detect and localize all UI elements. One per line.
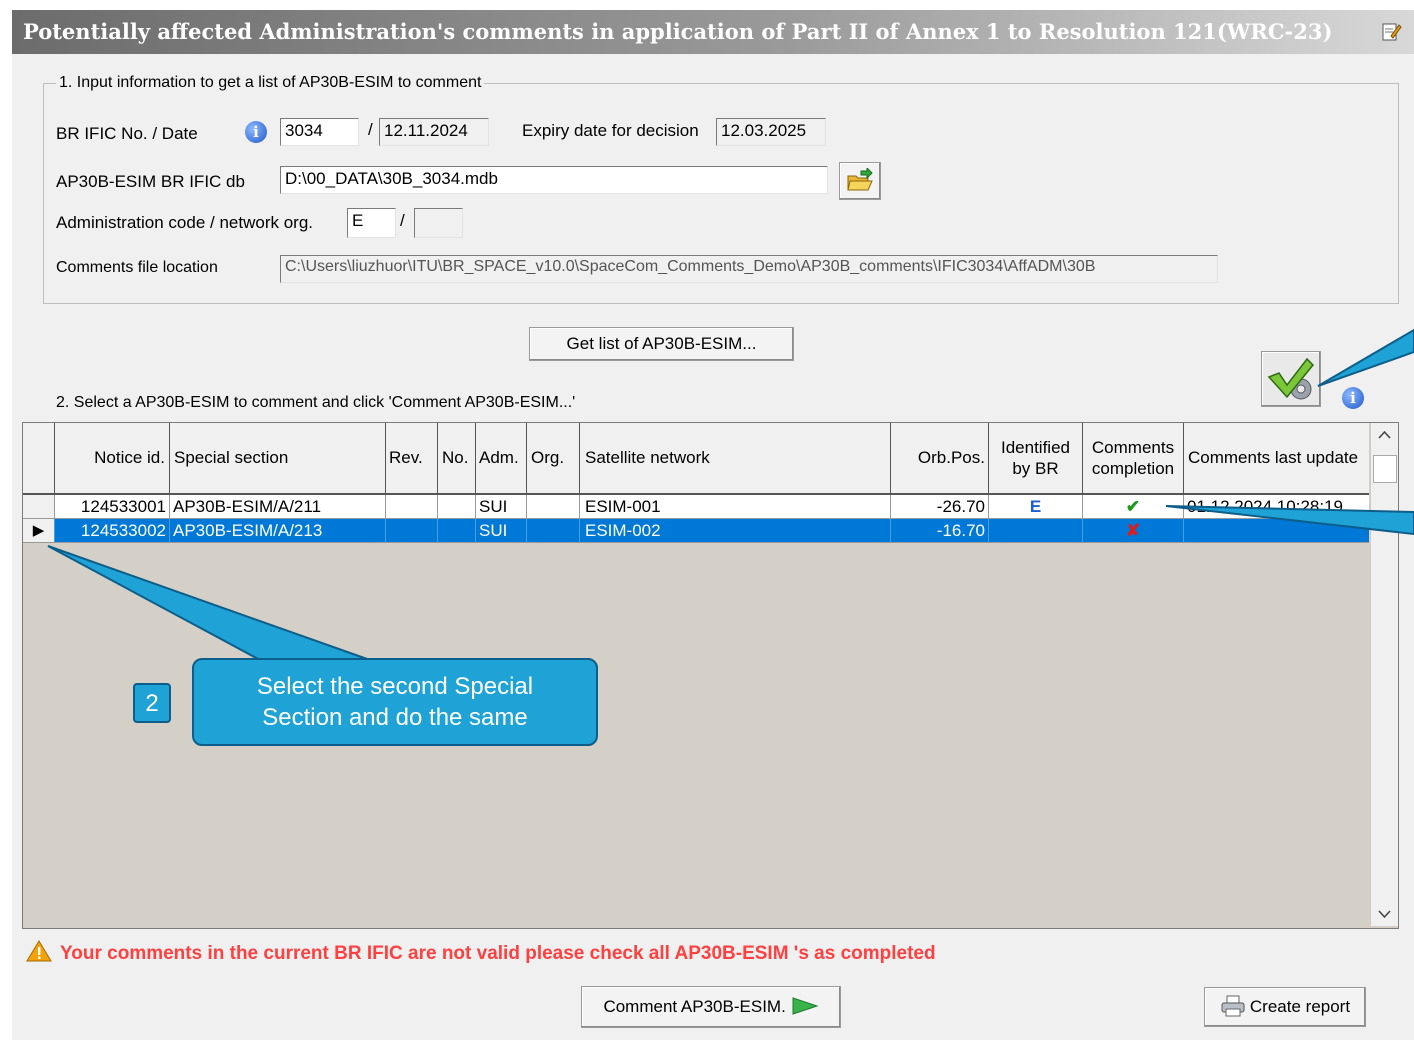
cell-last-update: 01.12.2024 10:28:19: [1184, 495, 1369, 519]
cross-icon[interactable]: ✘: [1083, 519, 1184, 543]
scroll-down-icon[interactable]: [1371, 902, 1398, 926]
cell-special-section: AP30B-ESIM/A/213: [170, 519, 386, 543]
info-icon[interactable]: i: [245, 121, 267, 143]
br-ific-label: BR IFIC No. / Date: [56, 124, 198, 143]
header-identified-by-br[interactable]: Identified by BR: [989, 423, 1083, 493]
cell-orb-pos: -16.70: [891, 519, 989, 543]
comments-file-path-field: C:\Users\liuzhuor\ITU\BR_SPACE_v10.0\Spa…: [280, 255, 1218, 283]
header-satellite-network[interactable]: Satellite network: [580, 423, 891, 493]
scrollbar-thumb[interactable]: [1373, 455, 1397, 483]
play-arrow-icon: [792, 997, 819, 1015]
network-org-field: [414, 208, 463, 238]
cell-rev: [386, 519, 438, 543]
comment-esim-label: Comment AP30B-ESIM.: [603, 997, 786, 1016]
cell-adm: SUI: [476, 519, 527, 543]
grid-vertical-scrollbar[interactable]: [1370, 423, 1398, 926]
get-list-button[interactable]: Get list of AP30B-ESIM...: [529, 327, 794, 361]
warning-text: Your comments in the current BR IFIC are…: [60, 943, 936, 964]
check-gear-icon: [1267, 357, 1315, 400]
adm-org-separator: /: [400, 211, 405, 230]
header-no[interactable]: No.: [438, 423, 476, 493]
open-folder-icon: [847, 166, 873, 191]
window-title: Potentially affected Administration's co…: [23, 19, 1333, 44]
date-separator: /: [368, 120, 373, 139]
header-notice-id[interactable]: Notice id.: [55, 423, 170, 493]
header-completion-line2: completion: [1091, 459, 1175, 478]
printer-icon: [1221, 995, 1245, 1017]
comment-esim-button[interactable]: Comment AP30B-ESIM.: [581, 986, 841, 1028]
instruction-callout: Select the second Special Section and do…: [192, 658, 598, 746]
header-identified-line2: by BR: [1012, 459, 1059, 478]
title-bar: Potentially affected Administration's co…: [12, 10, 1414, 54]
cell-identified-by-br: E: [989, 495, 1083, 519]
cell-rev: [386, 495, 438, 519]
header-orb-pos[interactable]: Orb.Pos.: [891, 423, 989, 493]
step-number-badge: 2: [133, 683, 171, 723]
callout-line1: Select the second Special: [256, 673, 534, 700]
cell-org: [527, 495, 580, 519]
cell-no: [438, 495, 476, 519]
check-icon[interactable]: ✔: [1083, 495, 1184, 519]
cell-identified-by-br: [989, 519, 1083, 543]
table-row[interactable]: 124533001 AP30B-ESIM/A/211 SUI ESIM-001 …: [23, 495, 1369, 519]
validation-warning: Your comments in the current BR IFIC are…: [26, 940, 936, 965]
header-completion-line1: Comments: [1091, 438, 1175, 457]
grid-header: Notice id. Special section Rev. No. Adm.…: [23, 423, 1369, 495]
callout-line2: Section and do the same: [262, 704, 528, 731]
row-selected-pointer-icon[interactable]: ▶: [23, 519, 55, 543]
edit-note-icon[interactable]: [1380, 20, 1402, 42]
app-window: Potentially affected Administration's co…: [12, 10, 1414, 1040]
cell-notice-id: 124533002: [55, 519, 170, 543]
br-ific-date-field: 12.11.2024: [379, 118, 489, 146]
cell-notice-id: 124533001: [55, 495, 170, 519]
header-indicator: [23, 423, 55, 493]
comments-file-label: Comments file location: [56, 259, 218, 276]
row-indicator[interactable]: [23, 495, 55, 519]
mark-completed-button[interactable]: [1261, 351, 1321, 407]
cell-orb-pos: -26.70: [891, 495, 989, 519]
cell-org: [527, 519, 580, 543]
table-row-selected[interactable]: ▶ 124533002 AP30B-ESIM/A/213 SUI ESIM-00…: [23, 519, 1369, 543]
expiry-date-field: 12.03.2025: [716, 118, 826, 146]
cell-no: [438, 519, 476, 543]
adm-code-input[interactable]: E: [347, 208, 396, 238]
completion-info-icon[interactable]: i: [1342, 387, 1364, 409]
select-instruction-label: 2. Select a AP30B-ESIM to comment and cl…: [56, 394, 576, 411]
db-path-input[interactable]: D:\00_DATA\30B_3034.mdb: [280, 166, 828, 194]
header-comments-completion[interactable]: Comments completion: [1083, 423, 1184, 493]
cell-satellite-network: ESIM-002: [580, 519, 891, 543]
warning-triangle-icon: [26, 940, 52, 962]
create-report-button[interactable]: Create report: [1204, 987, 1366, 1027]
br-ific-number-input[interactable]: 3034: [280, 118, 359, 146]
header-identified-line1: Identified: [1001, 438, 1070, 457]
cell-special-section: AP30B-ESIM/A/211: [170, 495, 386, 519]
cell-adm: SUI: [476, 495, 527, 519]
scroll-up-icon[interactable]: [1371, 423, 1398, 447]
cell-satellite-network: ESIM-001: [580, 495, 891, 519]
create-report-label: Create report: [1249, 997, 1351, 1016]
header-adm[interactable]: Adm.: [476, 423, 527, 493]
header-rev[interactable]: Rev.: [386, 423, 438, 493]
cell-last-update: [1184, 519, 1369, 543]
adm-code-label: Administration code / network org.: [56, 213, 314, 232]
db-label: AP30B-ESIM BR IFIC db: [56, 172, 245, 191]
expiry-date-label: Expiry date for decision: [522, 121, 699, 140]
header-org[interactable]: Org.: [527, 423, 580, 493]
input-info-legend: 1. Input information to get a list of AP…: [56, 74, 485, 92]
header-special-section[interactable]: Special section: [170, 423, 386, 493]
header-last-update[interactable]: Comments last update: [1184, 423, 1369, 493]
browse-db-button[interactable]: [839, 162, 881, 200]
